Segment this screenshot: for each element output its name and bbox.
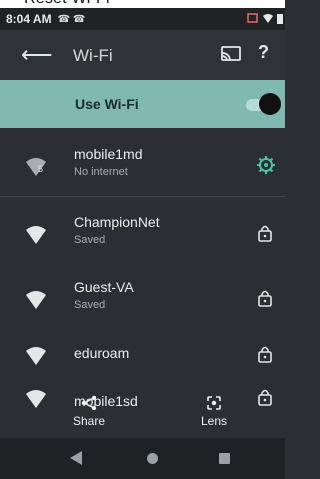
top-clipped-text: Reset Wi-Fi — [0, 0, 285, 8]
network-status: Saved — [74, 234, 106, 246]
use-wifi-label: Use Wi-Fi — [75, 96, 139, 112]
lens-button[interactable]: Lens — [196, 395, 232, 428]
use-wifi-switch-knob[interactable] — [259, 93, 281, 115]
network-name: ChampionNet — [74, 214, 160, 230]
network-row-guest-va[interactable]: Guest-VA Saved — [0, 269, 285, 329]
image-action-overlay: Share Lens — [0, 395, 285, 435]
network-status: No internet — [74, 166, 128, 178]
help-icon[interactable]: ? — [258, 42, 269, 63]
wifi-icon — [26, 226, 46, 244]
network-row-eduroam[interactable]: eduroam — [0, 325, 285, 385]
cast-icon[interactable] — [220, 44, 242, 64]
share-label: Share — [72, 414, 106, 428]
lock-icon — [258, 225, 272, 242]
nav-home-icon[interactable] — [147, 453, 158, 464]
top-clipped-label: Reset Wi-Fi — [24, 0, 110, 8]
lock-icon — [258, 346, 272, 363]
wifi-status-icon — [263, 14, 273, 23]
wifi-icon — [26, 291, 46, 309]
battery-icon — [277, 14, 283, 24]
status-time: 8:04 AM — [6, 12, 52, 26]
share-button[interactable]: Share — [67, 395, 111, 428]
app-bar: ⟵ Wi-Fi ? — [0, 30, 285, 80]
nav-back-icon[interactable] — [70, 451, 82, 465]
system-nav-bar — [0, 438, 285, 479]
lens-label: Lens — [200, 414, 228, 428]
gear-icon[interactable] — [257, 156, 275, 174]
lock-icon — [258, 290, 272, 307]
share-icon — [81, 395, 97, 411]
network-status: Saved — [74, 299, 106, 311]
network-row-mobile1md[interactable]: 5 mobile1md No internet — [0, 136, 285, 196]
status-icons — [247, 12, 283, 24]
network-name: eduroam — [74, 345, 130, 361]
wifi-question-icon — [26, 158, 46, 176]
divider — [0, 196, 285, 197]
page-title: Wi-Fi — [73, 46, 113, 65]
nav-recents-icon[interactable] — [219, 453, 230, 464]
use-wifi-row[interactable]: Use Wi-Fi — [0, 80, 285, 128]
back-arrow-icon[interactable]: ⟵ — [21, 42, 53, 68]
status-bar: 8:04 AM ☎ ☎ — [0, 8, 285, 30]
lens-icon — [207, 396, 221, 410]
phone-icon: ☎ ☎ — [57, 13, 86, 25]
network-name: Guest-VA — [74, 279, 134, 295]
wifi-icon — [26, 347, 46, 365]
signal-level-text: 5 — [38, 164, 44, 174]
signal-icon — [247, 13, 258, 23]
network-name: mobile1md — [74, 146, 143, 162]
network-row-championnet[interactable]: ChampionNet Saved — [0, 204, 285, 264]
